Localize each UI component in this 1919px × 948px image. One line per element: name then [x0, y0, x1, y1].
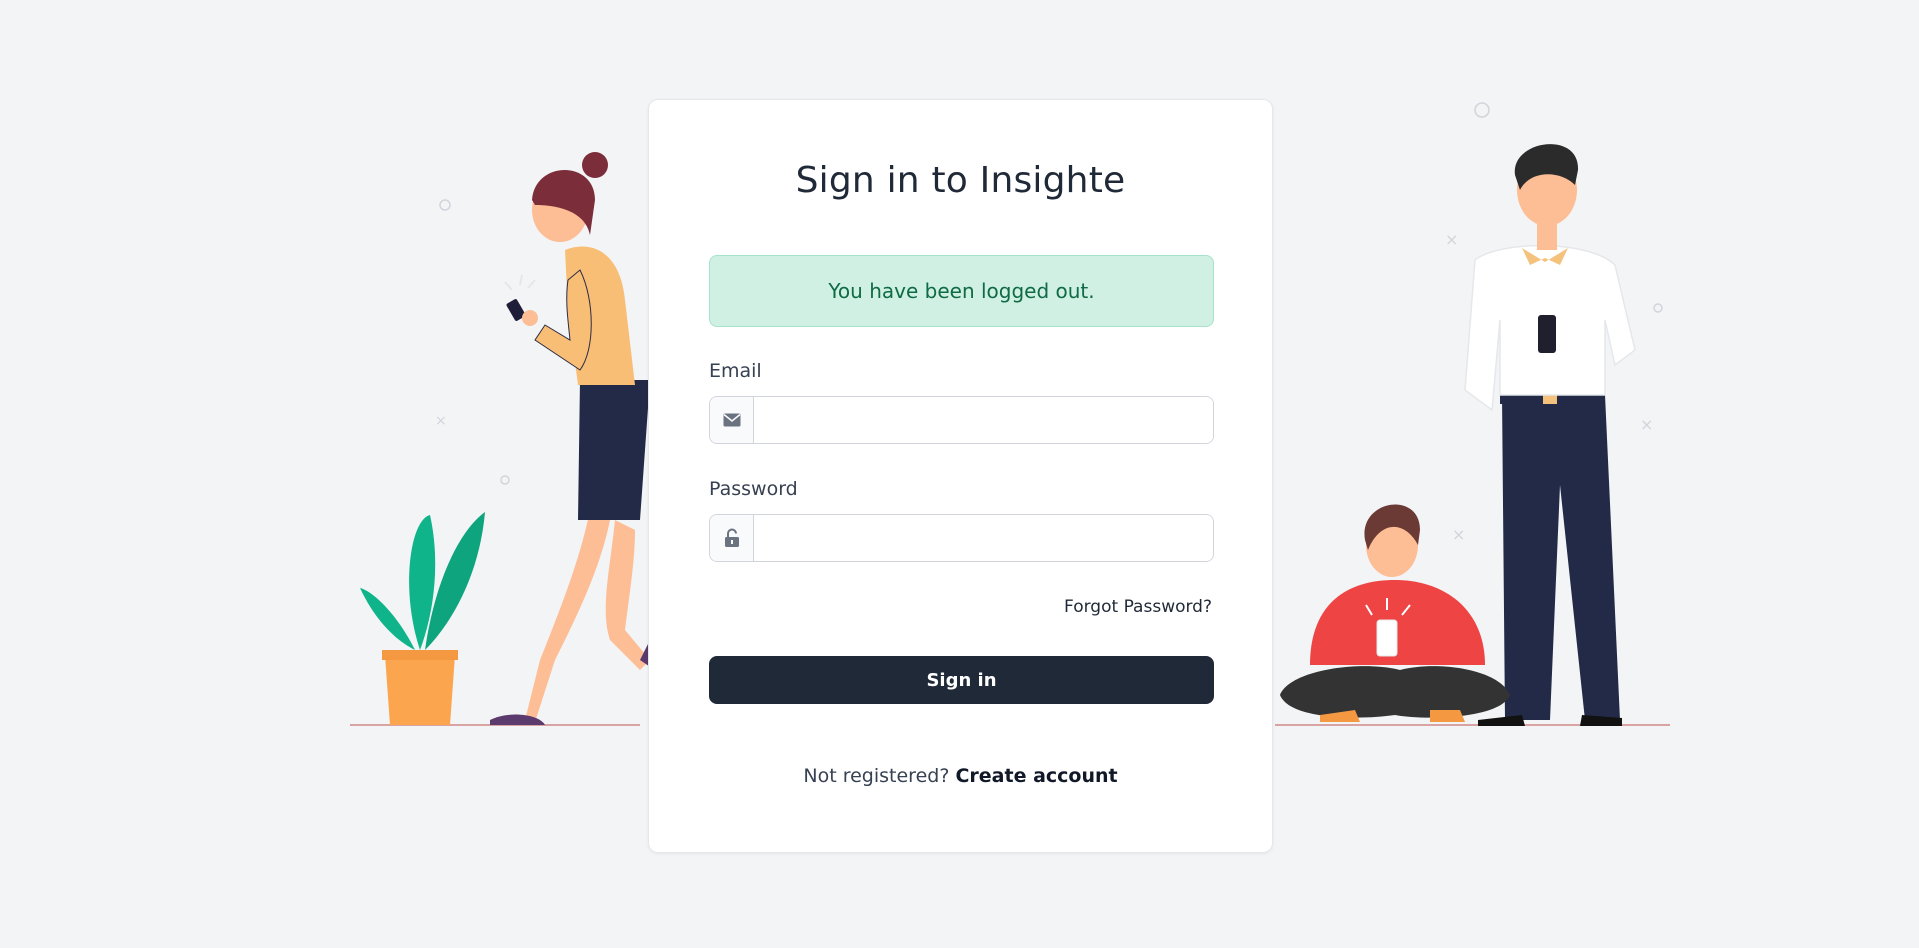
woman-with-plant-illustration: × — [350, 152, 660, 726]
not-registered-text: Not registered? — [803, 765, 950, 787]
sign-in-button[interactable]: Sign in — [709, 656, 1214, 704]
envelope-icon — [710, 397, 754, 443]
alert-message: You have been logged out. — [828, 279, 1095, 303]
svg-text:×: × — [435, 413, 447, 429]
email-field[interactable] — [754, 397, 1213, 443]
svg-text:×: × — [1452, 525, 1465, 544]
password-label: Password — [709, 478, 798, 500]
svg-text:×: × — [1445, 230, 1458, 249]
email-label: Email — [709, 360, 762, 382]
create-account-link[interactable]: Create account — [955, 765, 1117, 787]
people-with-phones-illustration: × × × — [1275, 102, 1670, 726]
password-input-group — [709, 514, 1214, 562]
unlock-icon — [710, 515, 754, 561]
email-input-group — [709, 396, 1214, 444]
forgot-password-link[interactable]: Forgot Password? — [1064, 597, 1212, 617]
password-field[interactable] — [754, 515, 1213, 561]
login-card: Sign in to Insighte You have been logged… — [648, 99, 1273, 853]
logout-alert: You have been logged out. — [709, 255, 1214, 327]
register-prompt: Not registered? Create account — [649, 765, 1272, 787]
svg-text:×: × — [1640, 415, 1653, 434]
page-title: Sign in to Insighte — [795, 160, 1126, 201]
